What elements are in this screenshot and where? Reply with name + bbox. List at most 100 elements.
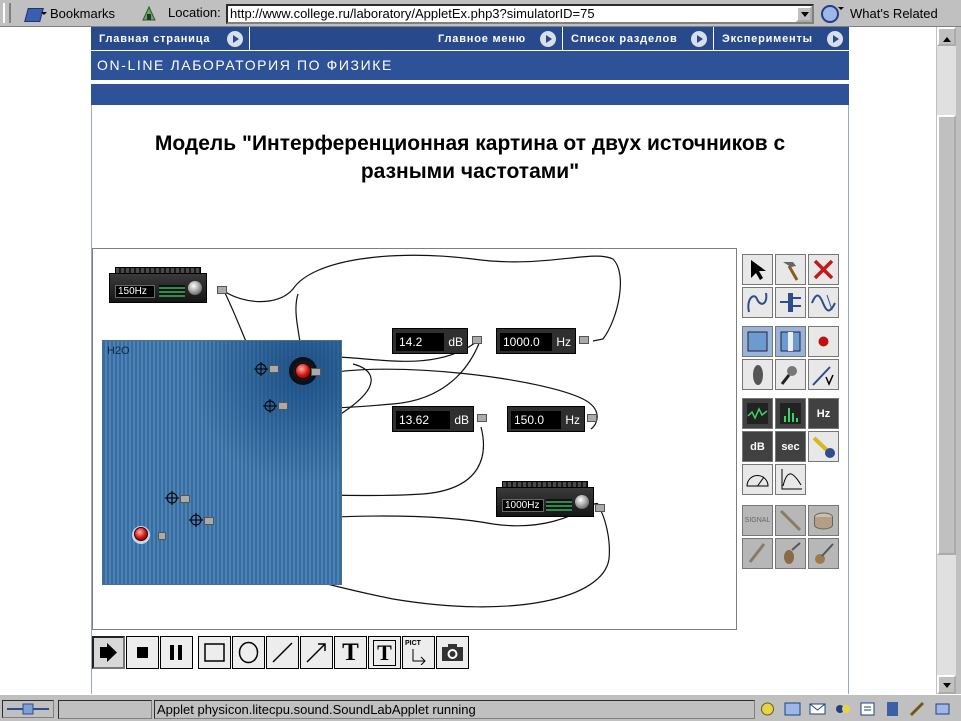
ellipse-tool[interactable] [232,636,265,669]
microphone-probe[interactable] [254,362,268,376]
nav-home[interactable]: Главная страница [91,27,250,50]
sound-source-1000hz[interactable] [295,363,311,379]
source-plug[interactable] [311,368,321,376]
tool-timer[interactable]: sec [775,431,806,462]
meter-hz-top[interactable]: 1000.0 Hz [496,328,576,354]
meter-plug[interactable] [587,414,597,422]
line-tool[interactable] [266,636,299,669]
adjust-icon [780,293,801,312]
probe-plug[interactable] [204,517,214,525]
location-input[interactable]: http://www.college.ru/laboratory/AppletE… [226,4,814,24]
generator-plug[interactable] [217,286,227,294]
tool-frequency-meter[interactable]: Hz [808,398,839,429]
tool-spectrum[interactable] [775,398,806,429]
tool-graph[interactable] [775,464,806,495]
meter-db-top[interactable]: 14.2 dB [392,328,468,354]
generator-knob[interactable] [575,495,589,509]
tool-guitar[interactable] [808,538,839,569]
tape-measure-icon [812,436,835,458]
play-icon [100,643,117,662]
connection-status[interactable] [2,700,54,718]
location-dropdown-button[interactable] [796,6,812,22]
wallet-icon[interactable] [908,700,927,718]
tool-protractor[interactable] [742,464,773,495]
tool-microphone[interactable] [775,359,806,390]
tool-velocity[interactable] [808,359,839,390]
location-icon[interactable] [140,4,158,23]
microphone-probe[interactable] [263,399,277,413]
security-icon[interactable] [758,700,777,718]
text-box-tool[interactable]: T [368,636,401,669]
tool-speaker[interactable] [742,359,773,390]
tool-delete[interactable] [808,254,839,285]
meter-value: 13.62 [396,411,450,429]
run-button[interactable] [92,636,125,669]
tool-tape-measure[interactable] [808,431,839,462]
camera-button[interactable] [436,636,469,669]
text-tool[interactable]: T [334,636,367,669]
probe-plug[interactable] [278,402,288,410]
tool-barrier[interactable] [775,326,806,357]
tool-clarinet[interactable] [742,538,773,569]
source-plug[interactable] [158,532,166,540]
tool-pointer[interactable] [742,254,773,285]
meter-hz-bottom[interactable]: 150.0 Hz [507,406,585,432]
meter-plug[interactable] [472,336,482,344]
tool-violin[interactable] [775,538,806,569]
meter-unit: Hz [565,413,580,427]
navigator-icon[interactable] [783,700,802,718]
generator-leds [546,499,572,511]
rectangle-tool[interactable] [198,636,231,669]
arrow-tool[interactable] [300,636,333,669]
generator-knob[interactable] [188,281,202,295]
tool-adjust[interactable] [775,287,806,318]
nav-experiments[interactable]: Эксперименты [714,27,849,50]
delete-icon [813,259,834,280]
probe-plug[interactable] [180,495,190,503]
whats-related-button[interactable]: What's Related [820,3,938,23]
vertical-scrollbar[interactable] [936,27,956,694]
meter-db-bottom[interactable]: 13.62 dB [392,406,474,432]
generator-plug[interactable] [595,504,605,512]
pause-button[interactable] [160,636,193,669]
tool-signal[interactable]: SIGNAL [742,505,773,536]
tool-flute[interactable] [775,505,806,536]
meter-plug[interactable] [579,336,589,344]
composer-icon[interactable] [858,700,877,718]
sound-lab-applet[interactable]: 150Hz 1000Hz 14.2 dB 1000.0 Hz 13.62 dB … [92,248,839,630]
tool-wave[interactable] [808,287,839,318]
scroll-up-button[interactable] [937,27,956,46]
address-book-icon[interactable] [883,700,902,718]
tool-db-meter[interactable]: dB [742,431,773,462]
wave-icon [811,294,836,312]
tool-wire[interactable] [742,287,773,318]
tool-oscilloscope[interactable] [742,398,773,429]
toolbar-grip[interactable] [3,3,11,23]
bookmarks-button[interactable]: Bookmarks [24,4,115,23]
meter-plug[interactable] [477,414,487,422]
probe-plug[interactable] [269,365,279,373]
nav-main-menu[interactable]: Главное меню [430,27,563,50]
microphone-probe[interactable] [165,491,179,505]
network-icon[interactable] [933,700,952,718]
nav-sections-list-label: Список разделов [571,32,678,45]
scroll-down-button[interactable] [937,675,956,694]
nav-sections-list[interactable]: Список разделов [563,27,714,50]
instant-messenger-icon[interactable] [833,700,852,718]
picture-tool[interactable]: PICT [402,636,435,669]
tool-source[interactable] [808,326,839,357]
stop-button[interactable] [126,636,159,669]
sound-source-150hz[interactable] [134,527,148,541]
generator-150hz[interactable]: 150Hz [109,267,207,307]
drawing-toolbar: T T PICT [92,636,473,669]
microphone-probe[interactable] [189,513,203,527]
tool-hammer[interactable] [775,254,806,285]
generator-1000hz[interactable]: 1000Hz [496,481,594,521]
mail-icon[interactable] [808,700,827,718]
tool-drum[interactable] [808,505,839,536]
pointer-icon [751,260,766,280]
scroll-thumb[interactable] [937,115,956,555]
tool-tank[interactable] [742,326,773,357]
camera-icon [442,644,463,661]
water-tank[interactable]: H2O [102,340,342,585]
